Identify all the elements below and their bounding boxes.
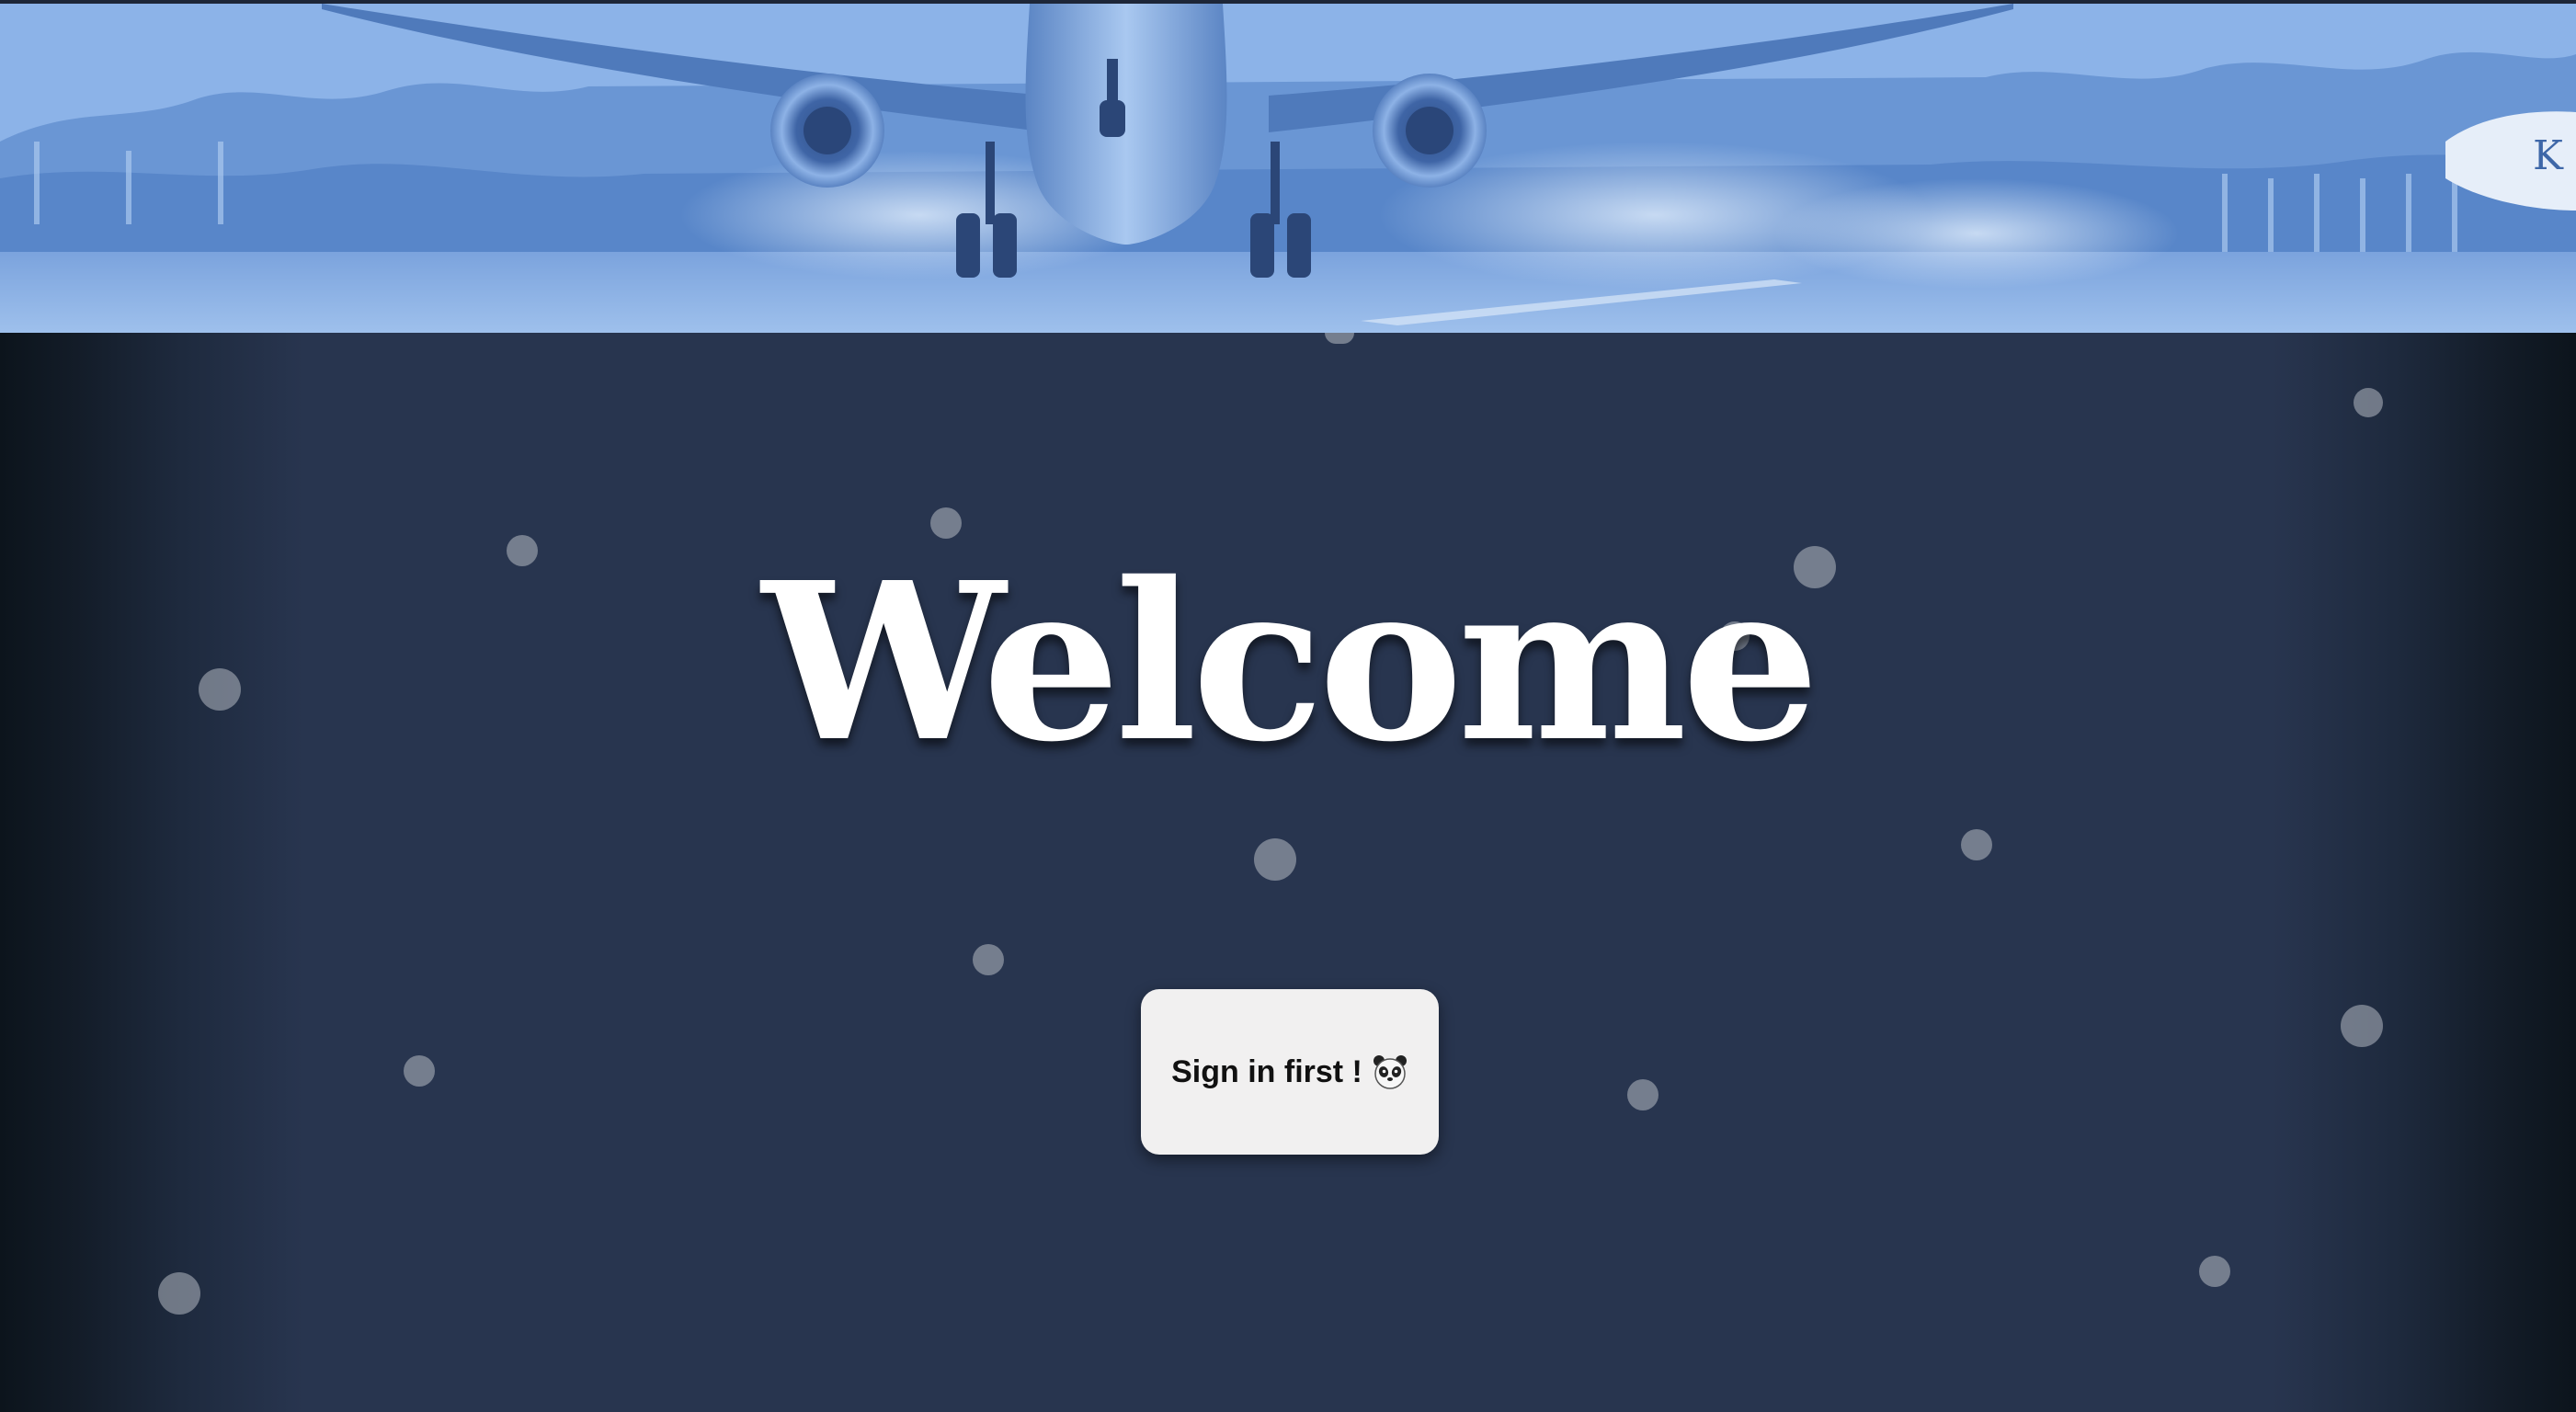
window-top-border [0,0,2576,4]
snow-particle [973,944,1004,975]
snow-particle [2199,1256,2230,1287]
left-vignette [0,333,303,1412]
right-vignette [2273,333,2576,1412]
svg-text:K: K [2533,132,2564,179]
welcome-page: K Welcome Sign in first ! [0,0,2576,1412]
snow-particle [1627,1079,1658,1110]
snow-particle [404,1055,435,1087]
snow-particle [158,1272,200,1315]
hero-banner-image: K [0,4,2576,333]
panda-face-icon [1372,1053,1408,1090]
snow-particle [2354,388,2383,417]
snow-particle [1254,838,1296,881]
snow-particle [2341,1005,2383,1047]
snow-particle [1961,829,1992,860]
welcome-heading: Welcome [761,534,1820,790]
airplane-runway-illustration: K [0,4,2576,333]
snow-particle [1325,333,1354,344]
main-panel: Welcome Sign in first ! [0,333,2576,1412]
sign-in-button[interactable]: Sign in first ! [1141,989,1439,1155]
sign-in-button-label: Sign in first ! [1171,1053,1362,1089]
